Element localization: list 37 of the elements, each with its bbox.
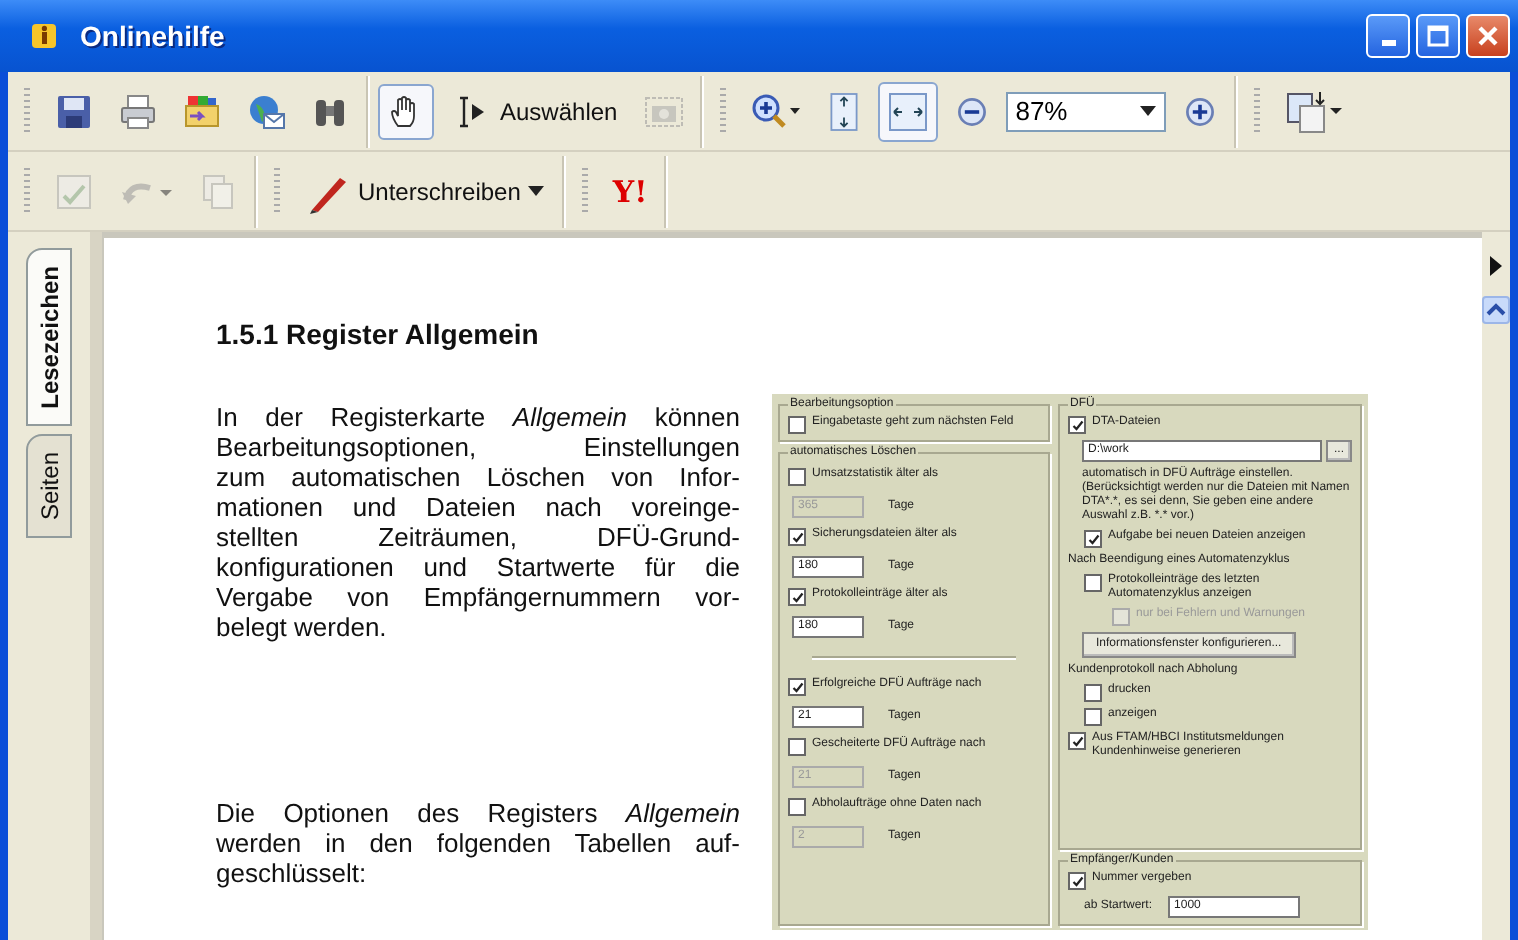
- checkbox[interactable]: [788, 416, 806, 434]
- sign-button[interactable]: Unterschreiben: [296, 161, 555, 221]
- close-icon: [1474, 22, 1502, 50]
- hand-icon[interactable]: [378, 83, 434, 139]
- yahoo-button[interactable]: Y!: [604, 165, 656, 217]
- checkbox[interactable]: [788, 468, 806, 486]
- fit-width-icon[interactable]: [877, 81, 938, 141]
- checkbox[interactable]: [1068, 872, 1086, 890]
- checkbox[interactable]: [1068, 732, 1086, 750]
- checkbox[interactable]: [788, 798, 806, 816]
- minimize-icon: [1381, 40, 1395, 46]
- caret-icon: [528, 185, 545, 197]
- checkbox[interactable]: [1084, 574, 1102, 592]
- caret-icon[interactable]: [1139, 105, 1156, 117]
- window-title: Onlinehilfe: [80, 20, 227, 52]
- maximize-button[interactable]: [1416, 14, 1460, 58]
- section-heading: 1.5.1 Register Allgemein: [216, 318, 541, 350]
- scroll-up-button[interactable]: [1482, 296, 1510, 324]
- body-paragraph: In der Registerkarte Allgemein können Bearbeitungsoptionen, Einstellungen zum automatischen Löschen von Infor- mationen und Dateien nach voreinge- stellten Zeiträumen, DFÜ-Grund- konfigurationen und Startwerte für die Vergabe von Empfängernummern vor- belegt werden.: [216, 402, 740, 642]
- maximize-icon: [1424, 22, 1452, 50]
- checkbox[interactable]: [1068, 416, 1086, 434]
- checkbox[interactable]: [788, 528, 806, 546]
- body-paragraph: Die Optionen des Registers Allgemein werden in den folgenden Tabellen auf- geschlüsselt:: [216, 798, 740, 888]
- checkbox[interactable]: [1084, 684, 1102, 702]
- checkbox[interactable]: [788, 738, 806, 756]
- checkbox[interactable]: [1084, 708, 1102, 726]
- minimize-button[interactable]: [1366, 14, 1410, 58]
- select-tool-button[interactable]: Auswählen: [442, 83, 628, 139]
- checkbox[interactable]: [1084, 530, 1102, 548]
- close-button[interactable]: [1466, 14, 1510, 58]
- app-icon: [28, 20, 60, 52]
- checkbox[interactable]: [788, 678, 806, 696]
- side-tab[interactable]: Seiten: [26, 434, 72, 539]
- checkbox[interactable]: [788, 588, 806, 606]
- zoom-field[interactable]: 87%: [1005, 91, 1166, 131]
- expand-arrow-icon[interactable]: [1490, 256, 1502, 276]
- side-tab[interactable]: Lesezeichen: [26, 248, 72, 427]
